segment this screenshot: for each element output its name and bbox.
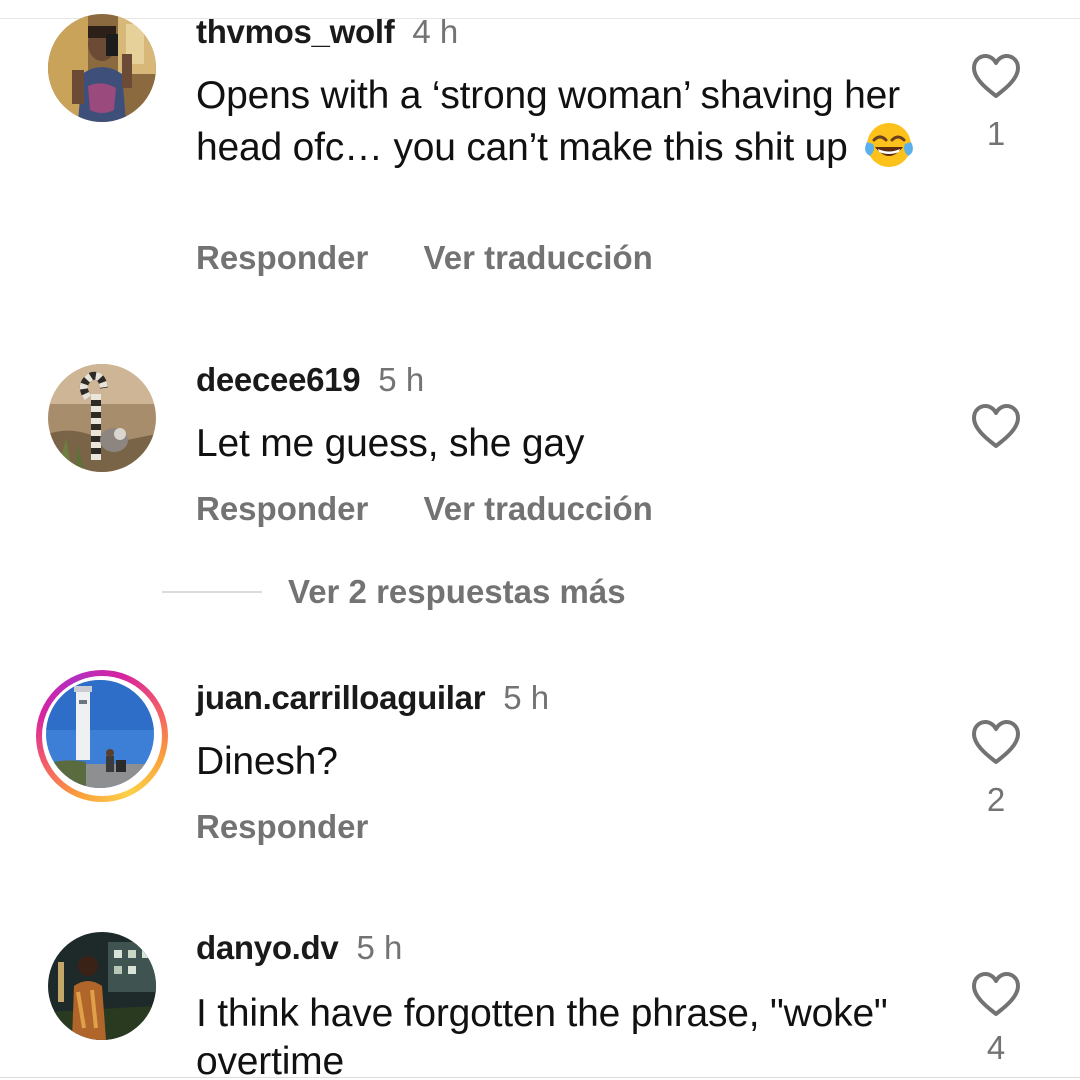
comment-username[interactable]: thvmos_wolf [196, 13, 395, 50]
like-count: 2 [986, 781, 1006, 818]
comment-time: 4 h [412, 13, 459, 50]
like-control: 1 [968, 52, 1024, 154]
comment-text: I think have forgotten the phrase, "woke… [196, 992, 888, 1080]
night-photo-icon[interactable] [48, 932, 156, 1040]
comment-actions: Responder [196, 807, 414, 847]
comments-screen: thvmos_wolf 4 h Opens with a ‘strong woma… [0, 0, 1080, 1080]
like-count: 1 [986, 115, 1006, 152]
comment-time: 5 h [378, 361, 425, 398]
heart-outline-icon[interactable] [968, 402, 1024, 450]
like-count: 4 [986, 1029, 1006, 1066]
like-control: 4 [968, 970, 1024, 1068]
like-control: 2 [968, 718, 1024, 820]
face-with-tears-of-joy-icon [864, 120, 914, 170]
translate-button[interactable]: Ver traducción [424, 238, 653, 278]
comment-time: 5 h [356, 929, 403, 966]
comment-text-wrapper: Opens with a ‘strong woman’ shaving her … [196, 72, 936, 172]
heart-outline-icon[interactable] [968, 718, 1024, 766]
top-divider [0, 18, 1080, 19]
user-photo-icon[interactable] [48, 14, 156, 122]
reply-button[interactable]: Responder [196, 807, 368, 847]
view-more-replies-button[interactable]: Ver 2 respuestas más [162, 572, 626, 612]
replies-divider [162, 591, 262, 593]
lemur-photo-icon[interactable] [48, 364, 156, 472]
comment-text: Let me guess, she gay [196, 422, 585, 465]
comment-actions: Responder Ver traducción [196, 489, 699, 529]
comment-text: Opens with a ‘strong woman’ shaving her … [196, 74, 900, 169]
like-control [968, 402, 1024, 450]
translate-button[interactable]: Ver traducción [424, 489, 653, 529]
story-ring[interactable] [36, 670, 168, 802]
comment-text: Dinesh? [196, 740, 338, 783]
heart-outline-icon[interactable] [968, 970, 1024, 1018]
view-more-replies-label: Ver 2 respuestas más [288, 573, 626, 610]
comment-username[interactable]: deecee619 [196, 361, 361, 398]
tower-photo-icon [46, 680, 154, 788]
reply-button[interactable]: Responder [196, 489, 368, 529]
comment-username[interactable]: danyo.dv [196, 929, 339, 966]
heart-outline-icon[interactable] [968, 52, 1024, 100]
bottom-divider [0, 1077, 1080, 1078]
comment-time: 5 h [503, 679, 550, 716]
comment-actions: Responder Ver traducción [196, 238, 699, 278]
reply-button[interactable]: Responder [196, 238, 368, 278]
comment-username[interactable]: juan.carrilloaguilar [196, 679, 486, 716]
